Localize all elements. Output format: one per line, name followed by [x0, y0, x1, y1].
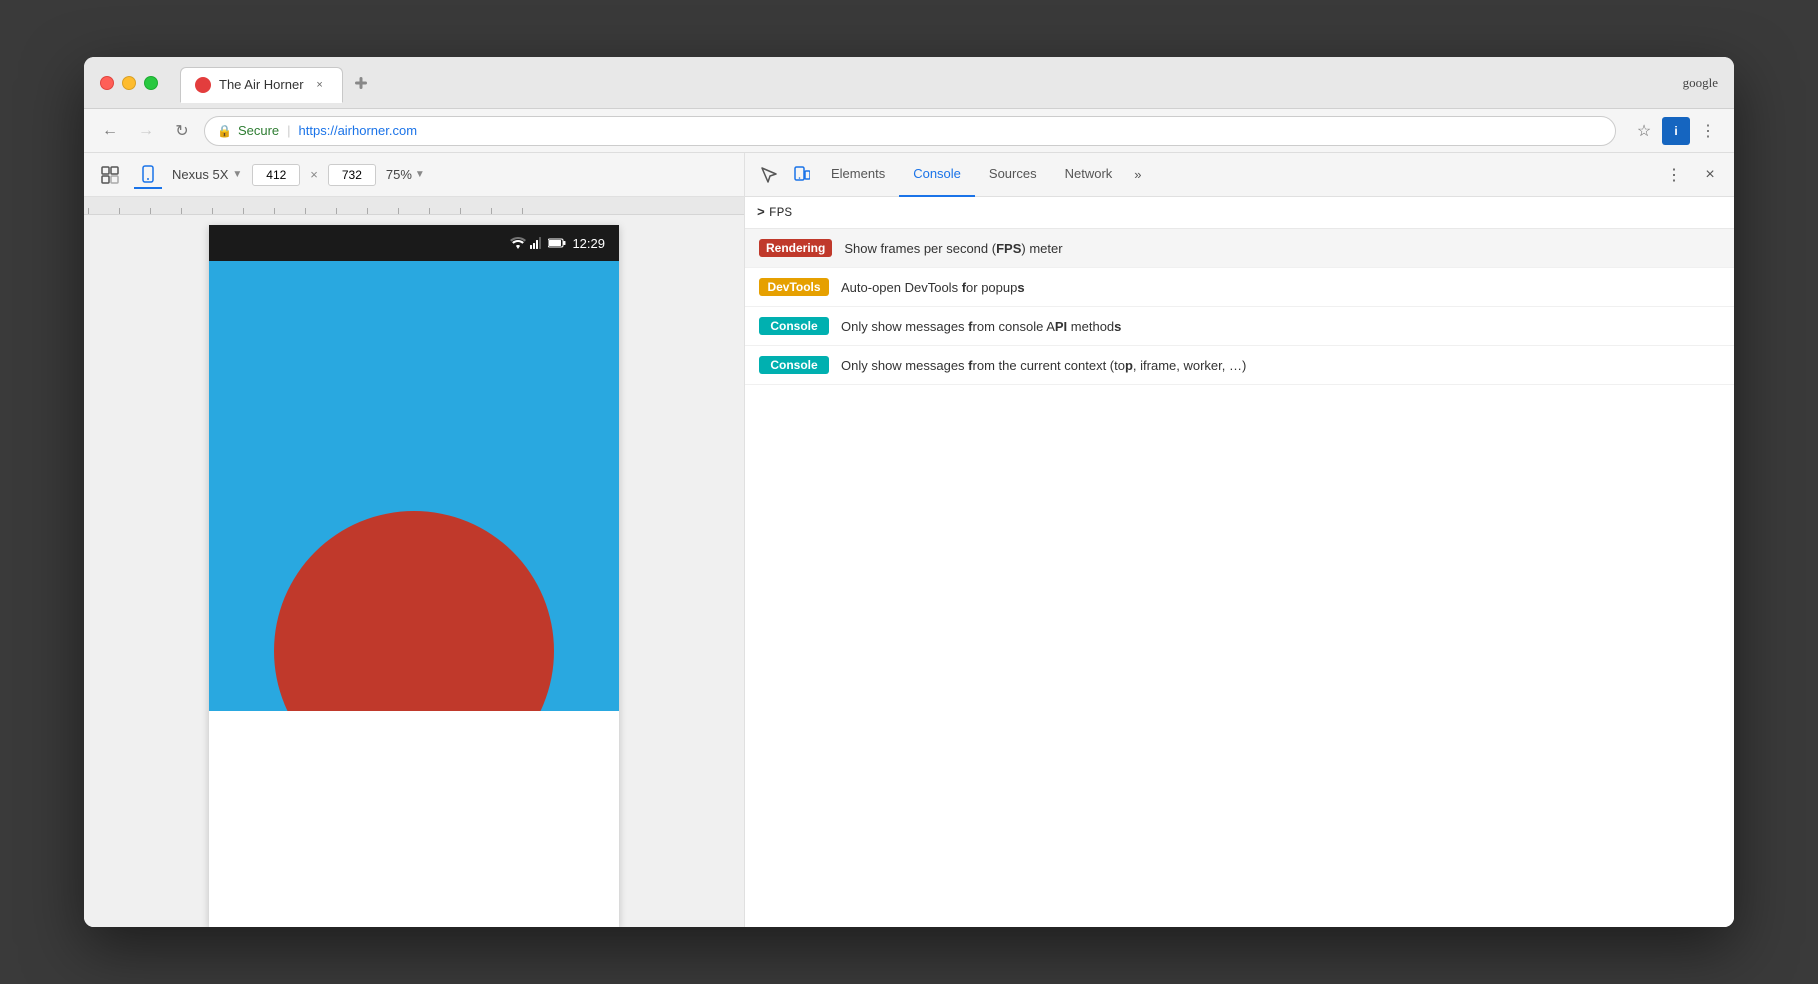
ruler-marks	[84, 197, 527, 214]
console-input-area: > FPS	[745, 197, 1734, 229]
traffic-lights	[100, 76, 158, 90]
lock-icon: 🔒	[217, 124, 232, 138]
tab-title: The Air Horner	[219, 77, 304, 92]
zoom-dropdown-arrow: ▼	[415, 169, 425, 180]
horn-circle	[274, 511, 554, 711]
maximize-button[interactable]	[144, 76, 158, 90]
inspect-element-button[interactable]	[753, 159, 785, 191]
devtools-menu-button[interactable]: ⋮	[1658, 159, 1690, 191]
device-toggle-button[interactable]	[134, 161, 162, 189]
autocomplete-item-devtools[interactable]: DevTools Auto-open DevTools for popups	[745, 268, 1734, 307]
phone-status-bar: 12:29	[209, 225, 619, 261]
tab-elements[interactable]: Elements	[817, 153, 899, 197]
title-bar: The Air Horner × google	[84, 57, 1734, 109]
more-tabs-button[interactable]: »	[1126, 161, 1149, 188]
tab-sources[interactable]: Sources	[975, 153, 1051, 197]
google-label: google	[1683, 75, 1718, 91]
devtools-close-button[interactable]: ×	[1694, 159, 1726, 191]
width-input[interactable]	[252, 164, 300, 186]
back-button[interactable]: ←	[96, 117, 124, 145]
phone-frame: 12:29	[209, 225, 619, 927]
secure-label: Secure	[238, 123, 279, 138]
new-tab-button[interactable]	[347, 69, 375, 97]
minimize-button[interactable]	[122, 76, 136, 90]
tab-favicon	[195, 77, 211, 93]
close-button[interactable]	[100, 76, 114, 90]
item-desc-console-api: Only show messages from console API meth…	[841, 319, 1121, 334]
item-desc-rendering: Show frames per second (FPS) meter	[844, 241, 1062, 256]
nav-right-icons: ☆ i ⋮	[1630, 117, 1722, 145]
phone-app-content	[209, 261, 619, 711]
tab-close-button[interactable]: ×	[312, 77, 328, 93]
phone-time: 12:29	[572, 236, 605, 251]
badge-console-1: Console	[759, 317, 829, 335]
autocomplete-list: Rendering Show frames per second (FPS) m…	[745, 229, 1734, 927]
tab-bar: The Air Horner ×	[180, 65, 1671, 101]
device-mode-button[interactable]	[785, 159, 817, 191]
console-input[interactable]: FPS	[769, 205, 792, 220]
forward-button[interactable]: →	[132, 117, 160, 145]
device-dropdown-arrow: ▼	[232, 169, 242, 180]
zoom-selector[interactable]: 75% ▼	[386, 167, 425, 182]
autocomplete-item-console-ctx[interactable]: Console Only show messages from the curr…	[745, 346, 1734, 385]
dimension-separator: ×	[310, 167, 318, 182]
item-desc-console-ctx: Only show messages from the current cont…	[841, 358, 1246, 373]
ruler-area	[84, 197, 744, 215]
tab-console[interactable]: Console	[899, 153, 975, 197]
reload-button[interactable]: ↻	[168, 117, 196, 145]
extension-button[interactable]: i	[1662, 117, 1690, 145]
select-element-button[interactable]	[96, 161, 124, 189]
badge-console-2: Console	[759, 356, 829, 374]
height-input[interactable]	[328, 164, 376, 186]
url-text: https://airhorner.com	[299, 123, 418, 138]
phone-viewport: 12:29	[84, 215, 744, 927]
menu-button[interactable]: ⋮	[1694, 117, 1722, 145]
autocomplete-item-rendering[interactable]: Rendering Show frames per second (FPS) m…	[745, 229, 1734, 268]
browser-content: Nexus 5X ▼ × 75% ▼	[84, 153, 744, 927]
active-tab[interactable]: The Air Horner ×	[180, 67, 343, 103]
item-desc-devtools: Auto-open DevTools for popups	[841, 280, 1025, 295]
console-prompt: >	[757, 205, 765, 220]
main-content: Nexus 5X ▼ × 75% ▼	[84, 153, 1734, 927]
browser-window: The Air Horner × google ← → ↻ 🔒 Secure	[84, 57, 1734, 927]
status-icons	[510, 237, 566, 249]
bookmark-button[interactable]: ☆	[1630, 117, 1658, 145]
badge-rendering: Rendering	[759, 239, 832, 257]
tab-network[interactable]: Network	[1051, 153, 1127, 197]
devtools-panel: Elements Console Sources Network » ⋮ ×	[744, 153, 1734, 927]
devtools-tabs: Elements Console Sources Network » ⋮ ×	[745, 153, 1734, 197]
badge-devtools: DevTools	[759, 278, 829, 296]
devtools-actions: ⋮ ×	[1658, 159, 1726, 191]
autocomplete-item-console-api[interactable]: Console Only show messages from console …	[745, 307, 1734, 346]
url-separator: |	[287, 123, 290, 138]
device-toolbar: Nexus 5X ▼ × 75% ▼	[84, 153, 744, 197]
nav-bar: ← → ↻ 🔒 Secure | https://airhorner.com ☆…	[84, 109, 1734, 153]
device-selector[interactable]: Nexus 5X ▼	[172, 167, 242, 182]
address-bar[interactable]: 🔒 Secure | https://airhorner.com	[204, 116, 1616, 146]
